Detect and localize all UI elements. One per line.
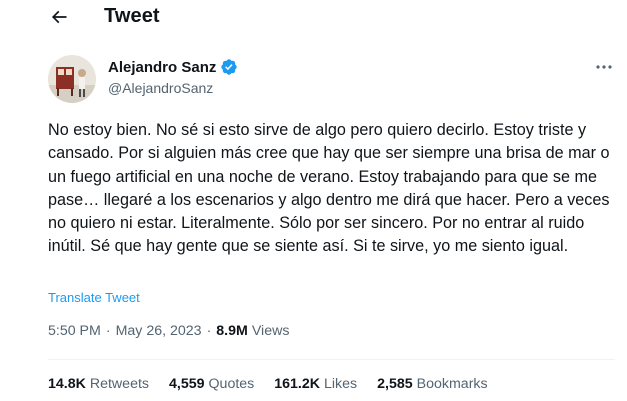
bookmarks-stat[interactable]: 2,585 Bookmarks (377, 376, 487, 392)
tweet-date[interactable]: May 26, 2023 (116, 323, 202, 339)
back-button[interactable] (46, 4, 72, 30)
tweet-meta: 5:50 PM · May 26, 2023 · 8.9M Views (48, 323, 289, 339)
page-title: Tweet (104, 5, 160, 27)
retweets-label: Retweets (89, 376, 149, 392)
author-handle[interactable]: @AlejandroSanz (108, 80, 213, 96)
quotes-stat[interactable]: 4,559 Quotes (169, 376, 254, 392)
avatar[interactable] (48, 55, 96, 103)
views-count: 8.9M (216, 323, 248, 339)
retweets-count: 14.8K (48, 376, 86, 392)
bookmarks-count: 2,585 (377, 376, 413, 392)
verified-badge-icon (220, 58, 238, 76)
engagement-stats: 14.8K Retweets 4,559 Quotes 161.2K Likes… (48, 376, 508, 392)
more-options-button[interactable] (592, 60, 616, 74)
top-bar: Tweet (0, 0, 627, 34)
meta-separator: · (105, 323, 111, 339)
quotes-label: Quotes (208, 376, 255, 392)
translate-tweet-link[interactable]: Translate Tweet (48, 290, 140, 305)
likes-label: Likes (324, 376, 358, 392)
more-horizontal-icon (596, 65, 612, 69)
likes-count: 161.2K (274, 376, 321, 392)
meta-separator: · (206, 323, 212, 339)
likes-stat[interactable]: 161.2K Likes (274, 376, 357, 392)
author-name[interactable]: Alejandro Sanz (108, 59, 216, 76)
retweets-stat[interactable]: 14.8K Retweets (48, 376, 149, 392)
quotes-count: 4,559 (169, 376, 205, 392)
views-label: Views (251, 323, 290, 339)
divider (48, 359, 615, 360)
avatar-image (48, 55, 96, 103)
bookmarks-label: Bookmarks (416, 376, 488, 392)
author-name-row: Alejandro Sanz (108, 58, 238, 76)
arrow-left-icon (51, 10, 67, 24)
tweet-text: No estoy bien. No sé si esto sirve de al… (48, 121, 610, 256)
tweet-time[interactable]: 5:50 PM (48, 323, 101, 339)
